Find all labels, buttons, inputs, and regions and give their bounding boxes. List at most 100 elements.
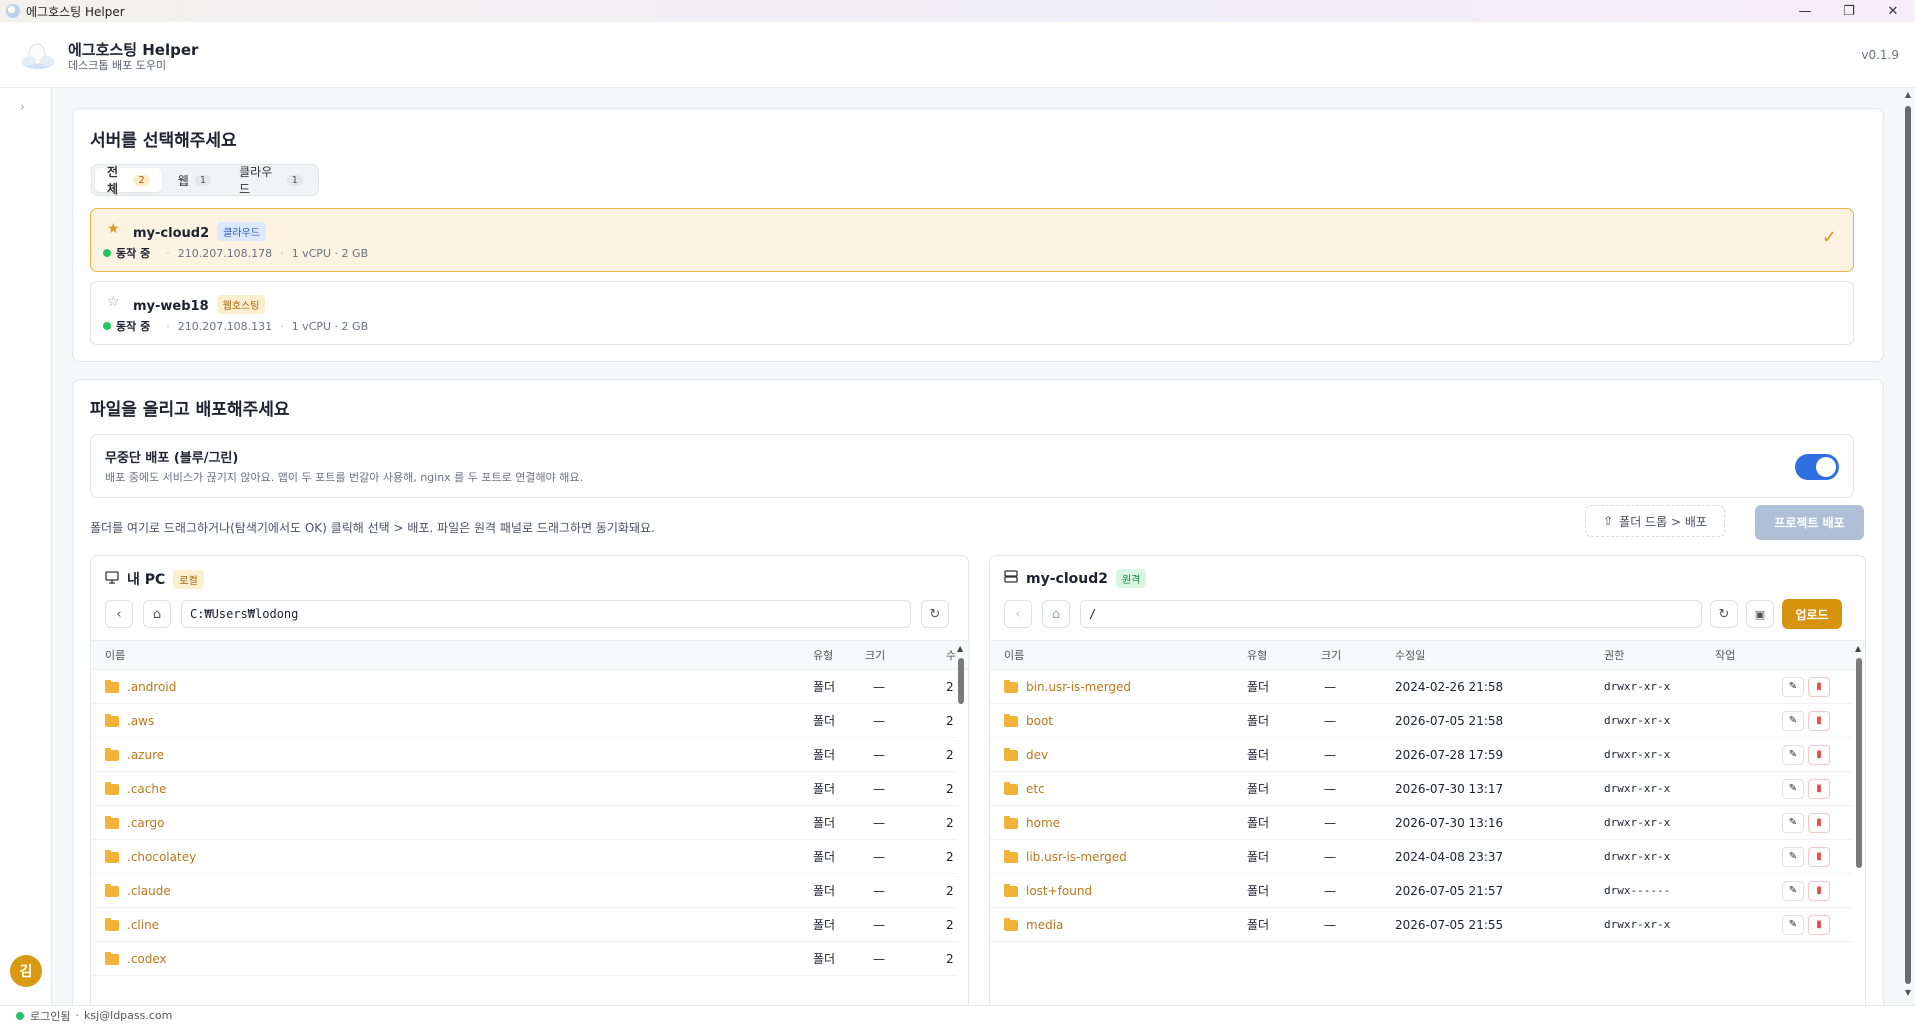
file-name[interactable]: dev <box>1004 738 1048 772</box>
file-name[interactable]: etc <box>1004 772 1045 806</box>
col-modified[interactable]: 수정일 <box>1395 641 1425 671</box>
file-name[interactable]: .chocolatey <box>105 840 196 874</box>
folder-drop-button[interactable]: ⇧ 폴더 드롭 > 배포 <box>1585 505 1725 537</box>
edit-icon[interactable]: ✎ <box>1782 847 1804 867</box>
user-avatar[interactable]: 김 <box>10 955 42 987</box>
table-row[interactable]: .codex 폴더 — 2 <box>91 942 957 976</box>
delete-icon[interactable]: ▮ <box>1808 677 1830 697</box>
table-row[interactable]: .cache 폴더 — 2 <box>91 772 957 806</box>
edit-icon[interactable]: ✎ <box>1782 677 1804 697</box>
delete-icon[interactable]: ▮ <box>1808 779 1830 799</box>
home-icon[interactable]: ⌂ <box>1042 600 1070 628</box>
file-modified: 2 <box>946 952 954 966</box>
delete-icon[interactable]: ▮ <box>1808 881 1830 901</box>
refresh-icon[interactable]: ↻ <box>1710 600 1738 628</box>
remote-scroll-thumb[interactable] <box>1856 658 1862 868</box>
table-row[interactable]: .azure 폴더 — 2 <box>91 738 957 772</box>
edit-icon[interactable]: ✎ <box>1782 779 1804 799</box>
delete-icon[interactable]: ▮ <box>1808 847 1830 867</box>
table-row[interactable]: dev 폴더 — 2026-07-28 17:59 drwxr-xr-x ✎ ▮ <box>990 738 1852 772</box>
server-name-text: my-web18 <box>133 299 209 314</box>
col-size[interactable]: 크기 <box>1321 641 1341 671</box>
table-row[interactable]: etc 폴더 — 2026-07-30 13:17 drwxr-xr-x ✎ ▮ <box>990 772 1852 806</box>
file-name[interactable]: .android <box>105 670 176 704</box>
table-row[interactable]: lib.usr-is-merged 폴더 — 2024-04-08 23:37 drwx… <box>990 840 1852 874</box>
edit-icon[interactable]: ✎ <box>1782 915 1804 935</box>
zero-downtime-toggle[interactable] <box>1795 454 1839 480</box>
server-card-my-web18[interactable]: ☆ my-web18 웹호스팅 동작 중 · 210.207.108.131 · … <box>90 281 1854 345</box>
meta-separator: · <box>280 319 284 333</box>
col-type[interactable]: 유형 <box>1247 641 1267 671</box>
col-type[interactable]: 유형 <box>813 641 833 671</box>
favorite-star-icon[interactable]: ★ <box>107 221 120 237</box>
tab-all[interactable]: 전체 2 <box>95 165 162 196</box>
col-name[interactable]: 이름 <box>1004 641 1024 671</box>
tab-web[interactable]: 웹 1 <box>166 168 223 192</box>
table-row[interactable]: bin.usr-is-merged 폴더 — 2024-02-26 21:58 drwx… <box>990 670 1852 704</box>
local-scroll-thumb[interactable] <box>958 658 964 704</box>
restore-button[interactable]: ❐ <box>1827 0 1871 22</box>
file-name[interactable]: .claude <box>105 874 171 908</box>
table-row[interactable]: .cline 폴더 — 2 <box>91 908 957 942</box>
col-name[interactable]: 이름 <box>105 641 125 671</box>
col-size[interactable]: 크기 <box>865 641 885 671</box>
file-name[interactable]: .codex <box>105 942 167 976</box>
table-row[interactable]: .android 폴더 — 2 <box>91 670 957 704</box>
home-icon[interactable]: ⌂ <box>143 600 171 628</box>
file-name[interactable]: lib.usr-is-merged <box>1004 840 1127 874</box>
local-path-input[interactable] <box>181 600 911 628</box>
tab-cloud[interactable]: 클라우드 1 <box>227 165 315 196</box>
delete-icon[interactable]: ▮ <box>1808 745 1830 765</box>
scroll-up-icon[interactable]: ▲ <box>957 644 963 653</box>
file-name[interactable]: lost+found <box>1004 874 1092 908</box>
main-scroll-thumb[interactable] <box>1905 106 1911 984</box>
file-name[interactable]: .cache <box>105 772 166 806</box>
new-folder-icon[interactable]: ▣ <box>1746 600 1774 628</box>
table-row[interactable]: boot 폴더 — 2026-07-05 21:58 drwxr-xr-x ✎ ▮ <box>990 704 1852 738</box>
table-row[interactable]: media 폴더 — 2026-07-05 21:55 drwxr-xr-x ✎ ▮ <box>990 908 1852 942</box>
file-name[interactable]: bin.usr-is-merged <box>1004 670 1131 704</box>
edit-icon[interactable]: ✎ <box>1782 745 1804 765</box>
edit-icon[interactable]: ✎ <box>1782 881 1804 901</box>
delete-icon[interactable]: ▮ <box>1808 813 1830 833</box>
close-button[interactable]: ✕ <box>1871 0 1915 22</box>
favorite-star-icon[interactable]: ☆ <box>107 294 120 310</box>
table-row[interactable]: .chocolatey 폴더 — 2 <box>91 840 957 874</box>
scroll-up-icon[interactable]: ▲ <box>1855 644 1861 653</box>
file-name[interactable]: .cargo <box>105 806 164 840</box>
back-icon[interactable]: ‹ <box>1004 600 1032 628</box>
table-row[interactable]: .aws 폴더 — 2 <box>91 704 957 738</box>
file-name[interactable]: boot <box>1004 704 1053 738</box>
delete-icon[interactable]: ▮ <box>1808 711 1830 731</box>
upload-button[interactable]: 업로드 <box>1782 599 1842 629</box>
row-actions: ✎ ▮ <box>1782 847 1830 867</box>
col-perm[interactable]: 권한 <box>1604 641 1624 671</box>
file-name[interactable]: media <box>1004 908 1063 942</box>
refresh-icon[interactable]: ↻ <box>921 600 949 628</box>
table-row[interactable]: .claude 폴더 — 2 <box>91 874 957 908</box>
back-icon[interactable]: ‹ <box>105 600 133 628</box>
edit-icon[interactable]: ✎ <box>1782 711 1804 731</box>
scroll-down-icon[interactable]: ▼ <box>1904 988 1912 997</box>
minimize-button[interactable]: — <box>1783 0 1827 22</box>
col-modified[interactable]: 수 <box>946 641 956 671</box>
project-deploy-button[interactable]: 프로젝트 배포 <box>1755 505 1864 540</box>
folder-icon <box>1004 747 1018 761</box>
remote-path-input[interactable] <box>1080 600 1702 628</box>
file-name[interactable]: .azure <box>105 738 164 772</box>
main-scrollbar[interactable]: ▲ ▼ <box>1904 90 1912 1000</box>
table-row[interactable]: .cargo 폴더 — 2 <box>91 806 957 840</box>
edit-icon[interactable]: ✎ <box>1782 813 1804 833</box>
scroll-up-icon[interactable]: ▲ <box>1904 90 1912 99</box>
sidebar: › 김 <box>0 88 52 1005</box>
file-name[interactable]: .cline <box>105 908 159 942</box>
sidebar-expand-icon[interactable]: › <box>20 100 25 114</box>
server-card-my-cloud2[interactable]: ★ my-cloud2 클라우드 동작 중 · 210.207.108.178 ·… <box>90 208 1854 272</box>
local-scrollbar[interactable]: ▲ <box>957 644 965 1014</box>
file-name[interactable]: .aws <box>105 704 154 738</box>
delete-icon[interactable]: ▮ <box>1808 915 1830 935</box>
remote-scrollbar[interactable]: ▲ <box>1855 644 1863 1014</box>
table-row[interactable]: lost+found 폴더 — 2026-07-05 21:57 drwx------ ✎… <box>990 874 1852 908</box>
table-row[interactable]: home 폴더 — 2026-07-30 13:16 drwxr-xr-x ✎ ▮ <box>990 806 1852 840</box>
file-name[interactable]: home <box>1004 806 1060 840</box>
